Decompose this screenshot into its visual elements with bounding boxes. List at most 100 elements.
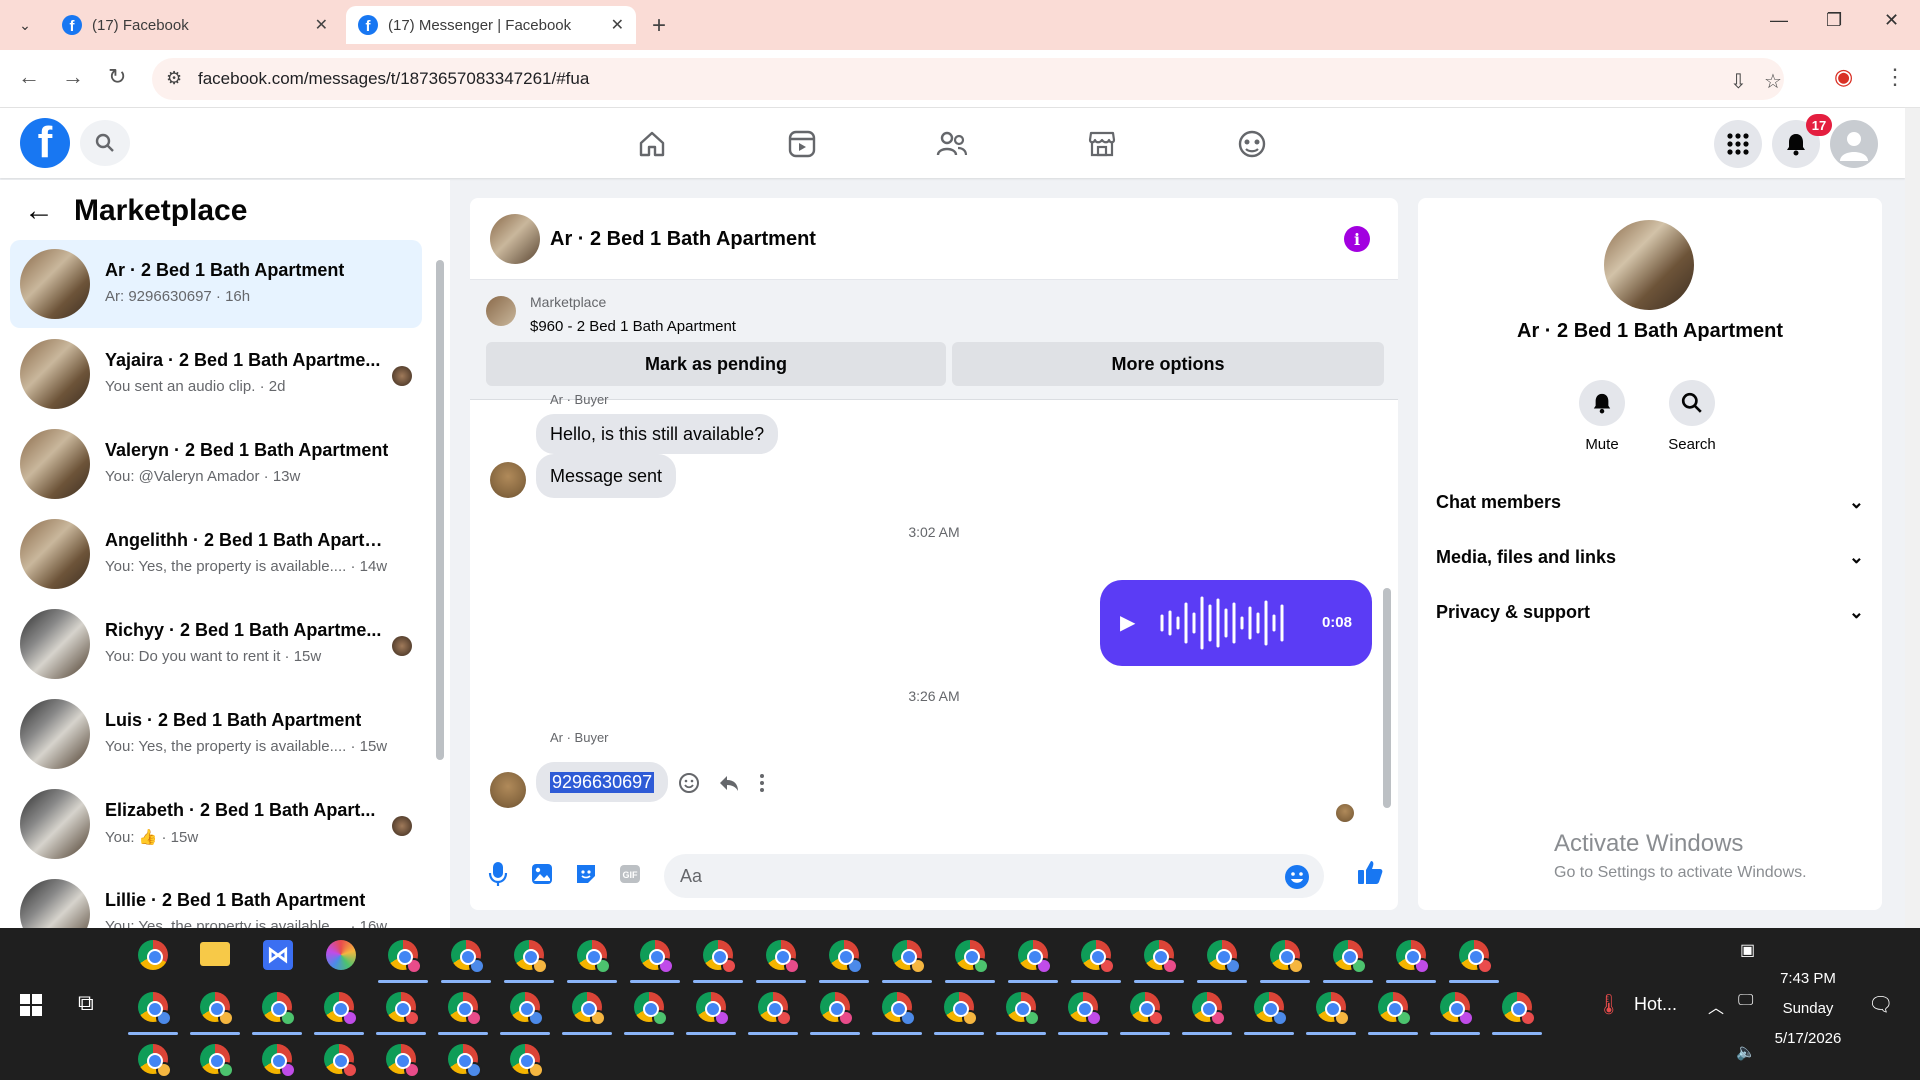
chrome-profile-icon[interactable] [448, 992, 482, 1026]
chrome-profile-icon[interactable] [510, 992, 544, 1026]
paint-icon[interactable] [326, 940, 356, 970]
page-scrollbar[interactable] [1905, 108, 1920, 928]
gif-icon[interactable]: GIF [616, 860, 644, 888]
chrome-profile-icon[interactable] [514, 940, 548, 974]
chrome-profile-icon[interactable] [448, 1044, 482, 1078]
taskbar-clock[interactable]: 7:43 PM Sunday 5/17/2026 [1748, 964, 1868, 1054]
conversation-item[interactable]: Valeryn · 2 Bed 1 Bath Apartment You: @V… [10, 420, 422, 508]
more-dots-icon[interactable] [758, 772, 766, 794]
back-arrow-icon[interactable]: ← [18, 64, 40, 90]
chrome-profile-icon[interactable] [451, 940, 485, 974]
chrome-profile-icon[interactable] [1333, 940, 1367, 974]
mark-as-pending-button[interactable]: Mark as pending [486, 342, 946, 386]
minimize-window-button[interactable]: — [1770, 10, 1788, 31]
notification-center-icon[interactable]: 🗨 [1868, 992, 1893, 1017]
conversation-item[interactable]: Angelithh · 2 Bed 1 Bath Apartm... You: … [10, 510, 422, 598]
conversation-item[interactable]: Ar · 2 Bed 1 Bath Apartment Ar: 92966306… [10, 240, 422, 328]
chrome-profile-icon[interactable] [1144, 940, 1178, 974]
conversation-list-scrollbar[interactable] [434, 248, 446, 928]
chrome-profile-icon[interactable] [1254, 992, 1288, 1026]
reply-icon[interactable] [718, 772, 740, 794]
chrome-profile-icon[interactable] [640, 940, 674, 974]
facebook-logo-icon[interactable]: f [20, 118, 70, 168]
close-tab-icon[interactable]: ✕ [611, 15, 624, 35]
chrome-profile-icon[interactable] [324, 992, 358, 1026]
file-explorer-icon[interactable] [200, 942, 230, 966]
url-text[interactable]: facebook.com/messages/t/1873657083347261… [198, 69, 589, 89]
back-arrow-icon[interactable]: ← [24, 194, 54, 228]
conversation-item[interactable]: Richyy · 2 Bed 1 Bath Apartme... You: Do… [10, 600, 422, 688]
message-bubble[interactable]: 9296630697 [536, 762, 669, 802]
chrome-profile-icon[interactable] [1396, 940, 1430, 974]
task-view-icon[interactable]: ⧉ [78, 990, 94, 1016]
bookmark-star-icon[interactable]: ☆ [1764, 69, 1782, 94]
chat-members-section[interactable]: Chat members ⌄ [1436, 482, 1864, 522]
friends-icon[interactable] [934, 126, 970, 162]
home-icon[interactable] [634, 126, 670, 162]
weather-icon[interactable]: 🌡 [1596, 992, 1621, 1017]
restore-window-button[interactable]: ❐ [1826, 10, 1842, 31]
chrome-profile-icon[interactable] [200, 1044, 234, 1078]
message-bubble[interactable]: Message sent [536, 454, 677, 498]
scrollbar-thumb[interactable] [1383, 588, 1391, 808]
browser-menu-icon[interactable]: ⋮ [1884, 64, 1906, 90]
tab-search-dropdown[interactable]: ⌄ [10, 12, 40, 38]
facebook-search-button[interactable] [80, 120, 130, 166]
chrome-profile-icon[interactable] [766, 940, 800, 974]
account-avatar[interactable] [1830, 120, 1878, 168]
meet-now-icon[interactable]: ▣ [1740, 940, 1755, 960]
menu-grid-button[interactable] [1714, 120, 1762, 168]
search-action[interactable]: Search [1652, 380, 1732, 453]
media-files-links-section[interactable]: Media, files and links ⌄ [1436, 537, 1864, 577]
chrome-profile-icon[interactable] [386, 1044, 420, 1078]
chrome-profile-icon[interactable] [388, 940, 422, 974]
chrome-profile-icon[interactable] [386, 992, 420, 1026]
search-icon[interactable] [1669, 380, 1715, 426]
chat-avatar[interactable] [490, 214, 540, 264]
conversation-item[interactable]: Elizabeth · 2 Bed 1 Bath Apart... You: 👍… [10, 780, 422, 868]
weather-text[interactable]: Hot... [1634, 994, 1677, 1015]
chrome-profile-icon[interactable] [892, 940, 926, 974]
chevron-up-icon[interactable]: ︿ [1708, 994, 1724, 1018]
chrome-profile-icon[interactable] [703, 940, 737, 974]
chrome-profile-icon[interactable] [1006, 992, 1040, 1026]
react-emoji-icon[interactable] [678, 772, 700, 794]
chrome-profile-icon[interactable] [577, 940, 611, 974]
sticker-icon[interactable] [572, 860, 600, 888]
chrome-profile-icon[interactable] [1440, 992, 1474, 1026]
message-input[interactable] [664, 854, 1224, 898]
close-tab-icon[interactable]: ✕ [315, 15, 328, 35]
chrome-profile-icon[interactable] [510, 1044, 544, 1078]
thumbs-up-icon[interactable] [1356, 858, 1384, 886]
conversation-item[interactable]: Lillie · 2 Bed 1 Bath Apartment You: Yes… [10, 870, 422, 928]
chrome-profile-icon[interactable] [758, 992, 792, 1026]
chat-title[interactable]: Ar · 2 Bed 1 Bath Apartment [550, 228, 816, 251]
chrome-profile-icon[interactable] [1192, 992, 1226, 1026]
audio-message-bubble[interactable]: ▶ 0:08 [1100, 580, 1372, 666]
privacy-support-section[interactable]: Privacy & support ⌄ [1436, 592, 1864, 632]
chrome-profile-icon[interactable] [262, 1044, 296, 1078]
chrome-profile-icon[interactable] [324, 1044, 358, 1078]
reels-icon[interactable] [784, 126, 820, 162]
new-tab-button[interactable]: + [652, 12, 666, 40]
chrome-profile-icon[interactable] [1316, 992, 1350, 1026]
chrome-profile-icon[interactable] [1270, 940, 1304, 974]
address-bar[interactable]: ⚙ facebook.com/messages/t/18736570833472… [152, 58, 1784, 100]
marketplace-icon[interactable] [1084, 126, 1120, 162]
chrome-profile-icon[interactable] [262, 992, 296, 1026]
more-options-button[interactable]: More options [952, 342, 1384, 386]
profile-icon[interactable]: ◉ [1834, 64, 1853, 90]
chrome-profile-icon[interactable] [572, 992, 606, 1026]
close-window-button[interactable]: ✕ [1884, 10, 1899, 31]
scrollbar-thumb[interactable] [436, 260, 444, 760]
info-icon[interactable]: i [1344, 226, 1370, 252]
phone-number-text[interactable]: 9296630697 [550, 771, 655, 793]
chrome-profile-icon[interactable] [1207, 940, 1241, 974]
forward-arrow-icon[interactable]: → [62, 64, 84, 90]
chrome-profile-icon[interactable] [1459, 940, 1493, 974]
chrome-profile-icon[interactable] [1018, 940, 1052, 974]
listing-thumbnail[interactable] [486, 296, 516, 326]
chrome-profile-icon[interactable] [944, 992, 978, 1026]
chrome-profile-icon[interactable] [1130, 992, 1164, 1026]
play-icon[interactable]: ▶ [1120, 610, 1135, 635]
